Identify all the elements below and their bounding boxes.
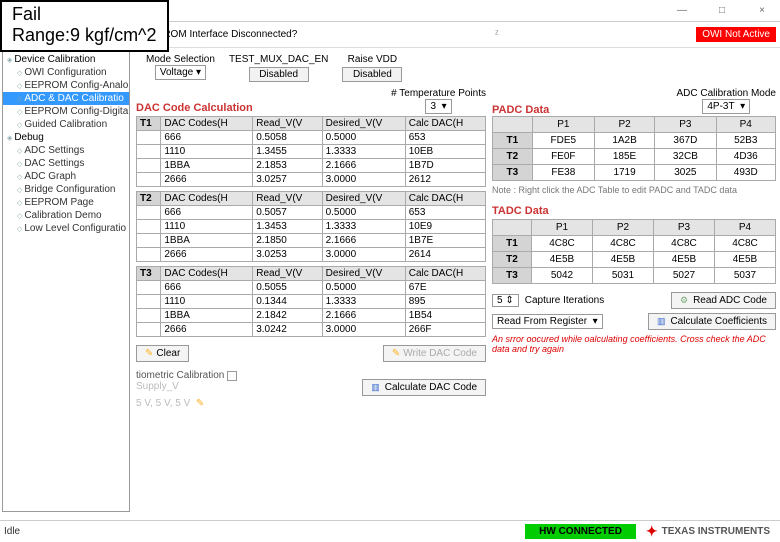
ratiometric-label: tiometric Calibration (136, 370, 224, 381)
tree-item[interactable]: EEPROM Page (3, 196, 129, 209)
ratiometric-checkbox[interactable] (227, 371, 237, 381)
nav-tree[interactable]: Device CalibrationOWI ConfigurationEEPRO… (2, 50, 130, 512)
tree-item[interactable]: Bridge Configuration (3, 183, 129, 196)
ti-logo: ✦TEXAS INSTRUMENTS (636, 523, 780, 540)
dac-table-t1[interactable]: T1DAC Codes(HRead_V(VDesired_V(VCalc DAC… (136, 116, 486, 187)
mode-selection-dropdown[interactable]: Voltage ▾ (155, 65, 206, 80)
write-dac-button[interactable]: ✎Write DAC Code (383, 345, 486, 362)
raise-vdd-button[interactable]: Disabled (342, 67, 402, 82)
dac-table-t2[interactable]: T2DAC Codes(HRead_V(VDesired_V(VCalc DAC… (136, 191, 486, 262)
read-adc-button[interactable]: Read ADC Code (671, 292, 776, 309)
adc-cal-mode-dropdown[interactable]: 4P-3T ▾ (702, 99, 750, 114)
mode-selection-label: Mode Selection (146, 54, 215, 65)
pencil-icon[interactable]: ✎ (196, 398, 204, 409)
capture-iterations-label: Capture Iterations (525, 295, 605, 306)
temp-points-dropdown[interactable]: 3 ▾ (425, 99, 451, 114)
tree-item[interactable]: EEPROM Config-Analo (3, 79, 129, 92)
overlay-line2: Range:9 kgf/cm^2 (12, 25, 157, 46)
tree-item[interactable]: Low Level Configuratio (3, 222, 129, 235)
tree-item[interactable]: OWI Configuration (3, 66, 129, 79)
fail-overlay: Fail Range:9 kgf/cm^2 (0, 0, 169, 52)
tree-item[interactable]: ADC Graph (3, 170, 129, 183)
tree-item[interactable]: ADC Settings (3, 144, 129, 157)
interface-status: EPROM Interface Disconnected? (150, 29, 297, 40)
tadc-table[interactable]: P1P2P3P4T14C8C4C8C4C8C4C8CT24E5B4E5B4E5B… (492, 219, 776, 284)
overlay-line1: Fail (12, 4, 157, 25)
test-mux-button[interactable]: Disabled (249, 67, 309, 82)
error-message: An srror oocured while oalculating coeff… (492, 334, 776, 354)
adc-note: Note : Right click the ADC Table to edit… (492, 185, 776, 195)
tree-item[interactable]: Device Calibration (3, 53, 129, 66)
tree-item[interactable]: Guided Calibration (3, 118, 129, 131)
clear-button[interactable]: ✎Clear (136, 345, 189, 362)
adc-cal-mode-label: ADC Calibration Mode (677, 88, 777, 99)
tadc-title: TADC Data (492, 205, 776, 217)
hw-connected-badge: HW CONNECTED (525, 524, 636, 539)
supply-v-label: Supply_V (136, 381, 179, 392)
dac-section-title: DAC Code Calculation (136, 102, 253, 114)
test-mux-label: TEST_MUX_DAC_EN (229, 54, 328, 65)
capture-iterations-input[interactable]: 5 ⇕ (492, 294, 519, 307)
pencil-icon: ✎ (392, 348, 400, 359)
padc-title: PADC Data (492, 104, 549, 116)
gear-icon (680, 295, 690, 306)
calculate-coefficients-button[interactable]: Calculate Coefficients (648, 313, 776, 330)
owi-status-badge: OWI Not Active (696, 27, 776, 42)
ti-logo-icon: ✦ (646, 523, 658, 540)
tree-item[interactable]: ADC & DAC Calibratio (3, 92, 129, 105)
tree-item[interactable]: Calibration Demo (3, 209, 129, 222)
tree-item[interactable]: Debug (3, 131, 129, 144)
raise-vdd-label: Raise VDD (342, 54, 402, 65)
temp-points-label: # Temperature Points (391, 88, 486, 99)
status-idle: Idle (0, 526, 525, 537)
window-maximize-button[interactable]: □ (708, 5, 736, 16)
supply-v-value: 5 V, 5 V, 5 V (136, 398, 190, 409)
flag-icon (657, 316, 668, 327)
window-minimize-button[interactable]: — (668, 5, 696, 16)
window-close-button[interactable]: × (748, 5, 776, 16)
dac-table-t3[interactable]: T3DAC Codes(HRead_V(VDesired_V(VCalc DAC… (136, 266, 486, 337)
pencil-icon: ✎ (145, 348, 153, 359)
calculate-dac-button[interactable]: Calculate DAC Code (362, 379, 486, 396)
read-from-register-dropdown[interactable]: Read From Register ▾ (492, 314, 603, 329)
status-bar: Idle HW CONNECTED ✦TEXAS INSTRUMENTS (0, 520, 780, 542)
flag-icon (371, 382, 382, 393)
tree-item[interactable]: EEPROM Config-Digita (3, 105, 129, 118)
tree-item[interactable]: DAC Settings (3, 157, 129, 170)
zoom-icon[interactable]: ᶻ (495, 29, 499, 40)
padc-table[interactable]: P1P2P3P4T1FDE51A2B367D52B3T2FE0F185E32CB… (492, 116, 776, 181)
